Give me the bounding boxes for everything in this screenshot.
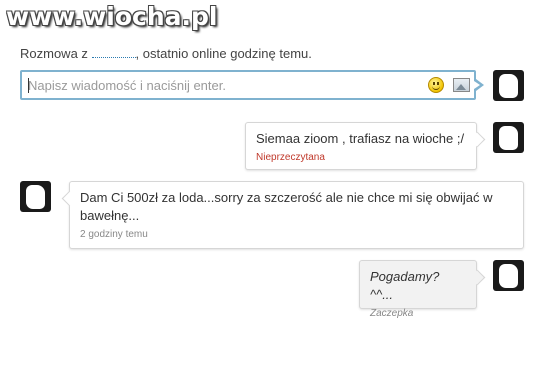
message-timestamp: 2 godziny temu [80, 229, 148, 240]
message-text: Dam Ci 500zł za loda...sorry za szczeroś… [80, 190, 493, 223]
message-bubble-sent: Siemaa zioom , trafiasz na wioche ;/ Nie… [245, 122, 477, 170]
avatar-self[interactable] [493, 70, 524, 101]
conversation-header: Rozmowa z , ostatnio online godzinę temu… [20, 46, 312, 61]
avatar-self[interactable] [493, 260, 524, 291]
message-input[interactable] [28, 76, 408, 94]
message-bubble-poke: Pogadamy? ^^... Zaczepka [359, 260, 477, 319]
message-status: Nieprzeczytana [256, 152, 325, 163]
avatar-contact[interactable] [20, 181, 51, 212]
compose-pointer-inner [474, 81, 480, 89]
header-prefix: Rozmowa z [20, 46, 88, 61]
avatar-self[interactable] [493, 122, 524, 153]
message-text: Siemaa zioom , trafiasz na wioche ;/ [256, 131, 465, 146]
smiley-icon[interactable] [428, 77, 444, 93]
image-icon[interactable] [453, 78, 470, 92]
compose-box [20, 70, 476, 100]
message-bubble-received: Dam Ci 500zł za loda...sorry za szczeroś… [69, 181, 524, 249]
message-type: Zaczepka [370, 308, 414, 319]
message-text: Pogadamy? ^^... [370, 269, 440, 302]
watermark: www.wiocha.pl [6, 2, 218, 31]
header-status: , ostatnio online godzinę temu. [135, 46, 312, 61]
contact-name-link[interactable] [91, 57, 136, 58]
